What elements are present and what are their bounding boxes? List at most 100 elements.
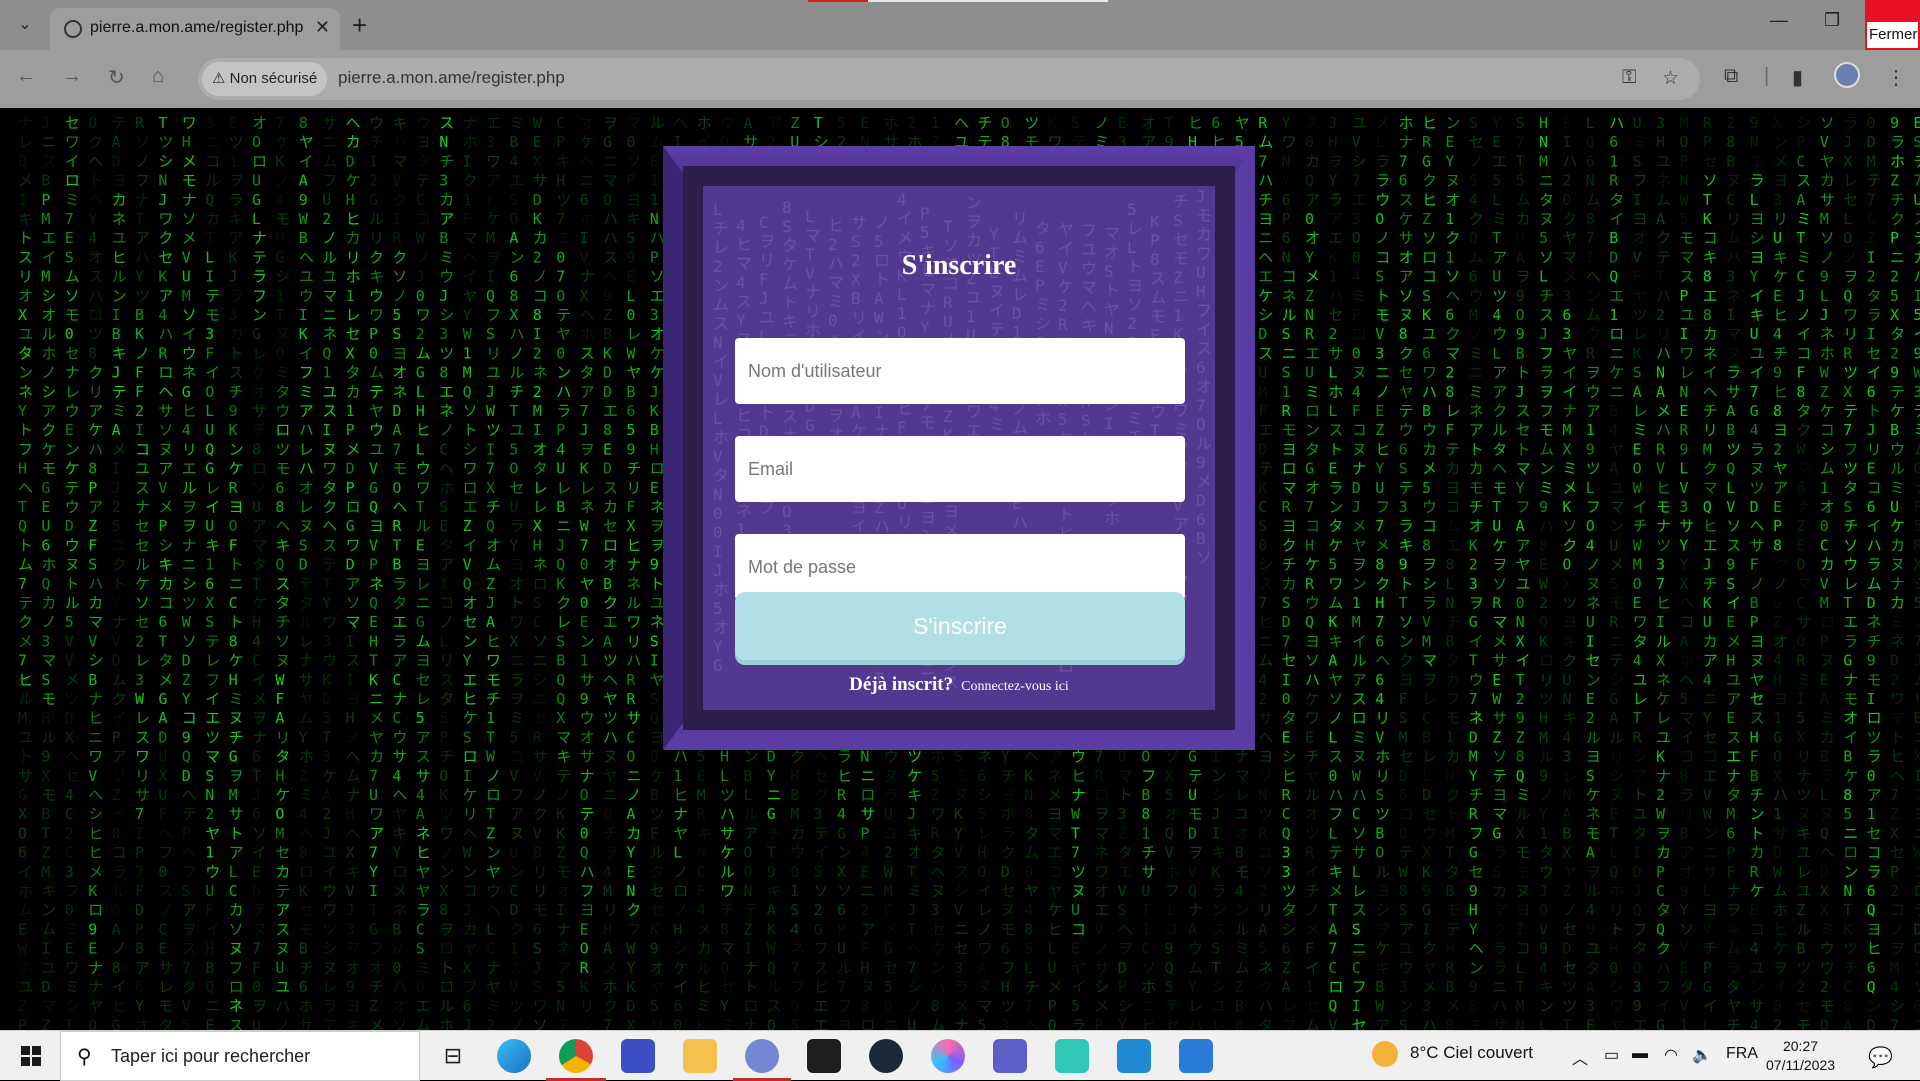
matrix-glyph: ル bbox=[650, 844, 665, 862]
matrix-glyph: W bbox=[486, 402, 496, 420]
notification-icon[interactable]: 💬 bbox=[1868, 1045, 1893, 1070]
restore-icon[interactable]: ❐ bbox=[1824, 10, 1840, 31]
matrix-glyph: ユ bbox=[1656, 728, 1671, 746]
wifi-icon[interactable]: ◠ bbox=[1664, 1045, 1678, 1065]
password-input[interactable] bbox=[735, 534, 1185, 600]
mail-icon[interactable] bbox=[1179, 1039, 1213, 1073]
matrix-glyph: チ bbox=[509, 383, 524, 401]
edge-icon[interactable] bbox=[497, 1039, 531, 1073]
username-input[interactable] bbox=[735, 338, 1185, 404]
volume-muted-icon[interactable]: 🔈 bbox=[1692, 1045, 1712, 1065]
window-close-button[interactable] bbox=[1865, 0, 1920, 22]
matrix-glyph: ヒ bbox=[1048, 920, 1063, 938]
matrix-glyph: 7 bbox=[1656, 575, 1665, 593]
matrix-glyph: レ bbox=[1633, 325, 1648, 343]
profile-avatar[interactable] bbox=[1834, 62, 1860, 88]
matrix-glyph: ソ bbox=[229, 920, 244, 938]
matrix-glyph: W bbox=[1773, 863, 1783, 881]
browser-tab[interactable]: pierre.a.mon.ame/register.php ✕ bbox=[50, 8, 340, 50]
matrix-glyph: ム bbox=[1305, 1016, 1320, 1030]
matrix-glyph: 7 bbox=[1516, 133, 1525, 151]
epic-games-icon[interactable] bbox=[807, 1039, 841, 1073]
matrix-glyph: ル bbox=[112, 268, 127, 286]
taskbar-clock[interactable]: 20:27 07/11/2023 bbox=[1766, 1037, 1835, 1075]
bookmark-star-icon[interactable]: ☆ bbox=[1662, 67, 1679, 90]
matrix-glyph: I bbox=[439, 575, 448, 593]
discord-icon[interactable] bbox=[745, 1039, 779, 1073]
tray-chevron-icon[interactable]: ︿ bbox=[1572, 1045, 1588, 1069]
address-bar[interactable]: ⚠ Non sécurisé pierre.a.mon.ame/register… bbox=[198, 58, 1700, 100]
start-button[interactable] bbox=[0, 1031, 60, 1081]
matrix-glyph: ソ bbox=[1820, 114, 1835, 132]
matrix-glyph: U bbox=[509, 498, 518, 516]
matrix-glyph: P bbox=[88, 479, 97, 497]
matrix-glyph: ホ bbox=[884, 114, 899, 132]
url-text[interactable]: pierre.a.mon.ame/register.php bbox=[338, 68, 565, 88]
file-explorer-icon[interactable] bbox=[683, 1039, 717, 1073]
login-link[interactable]: Connectez-vous ici bbox=[961, 679, 1069, 694]
extensions-puzzle-icon[interactable]: ⧉ bbox=[1724, 65, 1738, 88]
tray-device-icon[interactable]: ▭ bbox=[1604, 1045, 1619, 1065]
matrix-glyph: ロ bbox=[1867, 709, 1882, 727]
matrix-glyph: ニ bbox=[860, 882, 875, 900]
tab-close-icon[interactable]: ✕ bbox=[315, 17, 330, 38]
vscode-icon[interactable] bbox=[1117, 1039, 1151, 1073]
matrix-glyph: C bbox=[392, 671, 401, 689]
back-arrow-icon[interactable]: ← bbox=[16, 65, 36, 88]
matrix-glyph: ツ bbox=[720, 786, 735, 804]
matrix-glyph: G bbox=[1492, 824, 1501, 842]
security-chip[interactable]: ⚠ Non sécurisé bbox=[202, 62, 328, 96]
matrix-glyph: ヲ bbox=[229, 767, 244, 785]
forward-arrow-icon[interactable]: → bbox=[62, 65, 82, 88]
matrix-glyph: ヌ bbox=[322, 959, 337, 977]
matrix-glyph: 1 bbox=[1867, 805, 1876, 823]
reload-icon[interactable]: ↻ bbox=[108, 65, 125, 90]
matrix-glyph: ラ bbox=[837, 748, 852, 766]
matrix-glyph: ツ bbox=[1633, 306, 1648, 324]
key-icon[interactable]: ⚿ bbox=[1622, 67, 1636, 89]
matrix-glyph: ヘ bbox=[1024, 1016, 1039, 1030]
steam-icon[interactable] bbox=[869, 1039, 903, 1073]
matrix-glyph: ラ bbox=[1328, 191, 1343, 209]
matrix-glyph: S bbox=[1422, 287, 1431, 305]
matrix-glyph: ホ bbox=[1679, 652, 1694, 670]
side-panel-icon[interactable]: ▮ bbox=[1792, 65, 1803, 90]
matrix-glyph: F bbox=[135, 383, 144, 401]
matrix-glyph: セ bbox=[1422, 805, 1437, 823]
krita-icon[interactable] bbox=[931, 1039, 965, 1073]
minimize-icon[interactable]: — bbox=[1770, 10, 1788, 31]
teams-icon[interactable] bbox=[993, 1039, 1027, 1073]
taskbar-search[interactable]: ⚲ Taper ici pour rechercher bbox=[60, 1031, 420, 1081]
matrix-glyph: ト bbox=[88, 172, 103, 190]
remote-app-icon[interactable] bbox=[621, 1039, 655, 1073]
matrix-glyph: ウ bbox=[416, 114, 431, 132]
matrix-glyph: B bbox=[135, 940, 144, 958]
matrix-glyph: Y bbox=[1282, 172, 1291, 190]
battery-icon[interactable]: ▬ bbox=[1632, 1045, 1648, 1063]
xbox-bar-icon[interactable] bbox=[1055, 1039, 1089, 1073]
matrix-glyph: R bbox=[135, 114, 145, 132]
matrix-glyph: チ bbox=[229, 728, 244, 746]
language-indicator[interactable]: FRA bbox=[1726, 1045, 1758, 1063]
matrix-glyph: ホ bbox=[1399, 114, 1414, 132]
more-menu-icon[interactable]: ⋮ bbox=[1886, 65, 1906, 90]
matrix-glyph: I bbox=[346, 671, 355, 689]
matrix-glyph: ア bbox=[1867, 786, 1882, 804]
home-icon[interactable]: ⌂ bbox=[152, 65, 164, 88]
matrix-glyph: ヘ bbox=[346, 748, 361, 766]
register-submit-button[interactable]: S'inscrire bbox=[735, 592, 1185, 660]
matrix-glyph: K bbox=[299, 882, 308, 900]
task-view-icon[interactable]: ⊟ bbox=[436, 1039, 470, 1073]
matrix-glyph: Y bbox=[1469, 920, 1478, 938]
matrix-glyph: 7 bbox=[603, 1016, 612, 1030]
matrix-glyph: M bbox=[1352, 613, 1361, 631]
matrix-glyph: サ bbox=[135, 786, 150, 804]
tab-search-chevron-icon[interactable]: ⌄ bbox=[14, 14, 36, 36]
matrix-glyph: X bbox=[205, 594, 214, 612]
matrix-glyph: Q bbox=[322, 344, 331, 362]
email-input[interactable] bbox=[735, 436, 1185, 502]
chrome-icon[interactable] bbox=[559, 1039, 593, 1073]
new-tab-plus-icon[interactable]: + bbox=[352, 10, 367, 41]
weather-text[interactable]: 8°C Ciel couvert bbox=[1410, 1043, 1533, 1063]
matrix-glyph: ニ bbox=[580, 172, 595, 190]
